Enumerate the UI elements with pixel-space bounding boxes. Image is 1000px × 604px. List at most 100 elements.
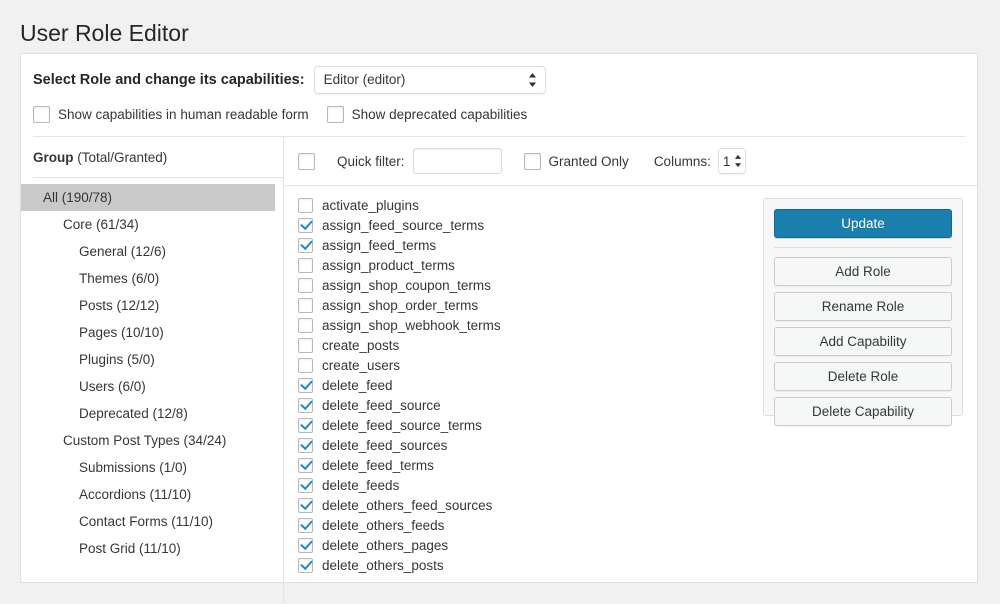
capability-label: delete_feed_terms	[322, 457, 434, 473]
group-item[interactable]: Contact Forms (11/10)	[21, 508, 283, 535]
capability-checkbox[interactable]	[298, 257, 313, 273]
group-item[interactable]: Users (6/0)	[21, 373, 283, 400]
group-item[interactable]: Posts (12/12)	[21, 292, 283, 319]
capability-row[interactable]: delete_others_pages	[298, 535, 748, 555]
capability-checkbox[interactable]	[298, 377, 313, 393]
capability-row[interactable]: assign_shop_coupon_terms	[298, 275, 748, 295]
option-human-readable[interactable]: Show capabilities in human readable form	[33, 106, 309, 123]
columns-label: Columns:	[653, 153, 711, 169]
group-item[interactable]: Core (61/34)	[21, 211, 283, 238]
display-options-row: Show capabilities in human readable form…	[21, 94, 977, 136]
add-role-button[interactable]: Add Role	[774, 257, 952, 286]
group-item[interactable]: Post Grid (11/10)	[21, 535, 283, 562]
capability-row[interactable]: assign_shop_webhook_terms	[298, 315, 748, 335]
role-select[interactable]: Editor (editor)	[313, 66, 546, 94]
actions-divider	[774, 247, 952, 248]
capability-label: delete_feeds	[322, 477, 400, 493]
group-item[interactable]: Pages (10/10)	[21, 319, 283, 346]
capability-row[interactable]: delete_feed_source	[298, 395, 748, 415]
capability-row[interactable]: delete_others_feeds	[298, 515, 748, 535]
role-selector-label: Select Role and change its capabilities:	[33, 72, 305, 88]
capability-label: delete_feed_source_terms	[322, 417, 482, 433]
group-item[interactable]: General (12/6)	[21, 238, 283, 265]
capability-checkbox[interactable]	[298, 397, 313, 413]
capability-checkbox[interactable]	[298, 457, 313, 473]
capability-checkbox[interactable]	[298, 357, 313, 373]
capability-label: delete_feed	[322, 377, 393, 393]
group-list: All (190/78) Core (61/34) General (12/6) Th…	[21, 178, 283, 562]
page-title: User Role Editor	[20, 20, 189, 46]
capability-label: assign_shop_webhook_terms	[322, 317, 501, 333]
editor-body: Group (Total/Granted) All (190/78) Core (…	[21, 137, 977, 603]
capability-checkbox[interactable]	[298, 317, 313, 333]
capability-row[interactable]: assign_product_terms	[298, 255, 748, 275]
capability-checkbox[interactable]	[298, 537, 313, 553]
granted-only-checkbox[interactable]	[523, 152, 541, 170]
capability-label: delete_others_feed_sources	[322, 497, 493, 513]
capabilities-body: activate_plugins assign_feed_source_terms…	[284, 186, 977, 604]
role-selector-row: Select Role and change its capabilities:…	[21, 54, 977, 94]
capability-row[interactable]: delete_others_posts	[298, 555, 748, 575]
actions-column: Update Add Role Rename Role Add Capability…	[748, 195, 977, 604]
show-deprecated-label: Show deprecated capabilities	[351, 107, 528, 122]
capability-checkbox[interactable]	[298, 437, 313, 453]
group-item[interactable]: Themes (6/0)	[21, 265, 283, 292]
group-panel: Group (Total/Granted) All (190/78) Core (…	[21, 137, 284, 603]
group-item[interactable]: Accordions (11/10)	[21, 481, 283, 508]
capability-row[interactable]: activate_plugins	[298, 195, 748, 215]
capability-row[interactable]: assign_shop_order_terms	[298, 295, 748, 315]
role-editor-panel: Select Role and change its capabilities:…	[20, 53, 978, 603]
show-deprecated-checkbox[interactable]	[326, 106, 344, 123]
capability-label: assign_feed_source_terms	[322, 217, 485, 233]
capability-checkbox[interactable]	[298, 477, 313, 493]
select-all-checkbox[interactable]	[298, 152, 315, 170]
granted-only-option[interactable]: Granted Only	[523, 152, 629, 170]
capability-checkbox[interactable]	[298, 197, 313, 213]
group-panel-header: Group (Total/Granted)	[21, 137, 283, 177]
capability-row[interactable]: delete_feeds	[298, 475, 748, 495]
capability-checkbox[interactable]	[298, 497, 313, 513]
capability-checkbox[interactable]	[298, 517, 313, 533]
option-show-deprecated[interactable]: Show deprecated capabilities	[326, 106, 528, 123]
capability-label: assign_shop_coupon_terms	[322, 277, 491, 293]
group-header-bold: Group	[33, 150, 74, 165]
capability-row[interactable]: delete_feed_source_terms	[298, 415, 748, 435]
capability-row[interactable]: create_posts	[298, 335, 748, 355]
human-readable-checkbox[interactable]	[33, 106, 50, 123]
columns-select-wrapper: 1	[717, 148, 746, 174]
capability-label: create_posts	[322, 337, 400, 353]
group-item[interactable]: Custom Post Types (34/24)	[21, 427, 283, 454]
capability-row[interactable]: delete_others_feed_sources	[298, 495, 748, 515]
group-item[interactable]: Submissions (1/0)	[21, 454, 283, 481]
capability-label: delete_feed_sources	[322, 437, 448, 453]
capability-row[interactable]: create_users	[298, 355, 748, 375]
capability-row[interactable]: delete_feed_sources	[298, 435, 748, 455]
group-item[interactable]: Plugins (5/0)	[21, 346, 283, 373]
capability-row[interactable]: delete_feed_terms	[298, 455, 748, 475]
capability-checkbox[interactable]	[298, 217, 313, 233]
capability-checkbox[interactable]	[298, 297, 313, 313]
group-header-rest: (Total/Granted)	[73, 150, 168, 165]
capability-label: create_users	[322, 357, 401, 373]
add-capability-button[interactable]: Add Capability	[774, 327, 952, 356]
capability-row[interactable]: assign_feed_terms	[298, 235, 748, 255]
secondary-buttons: Add Role Rename Role Add Capability Delete …	[774, 257, 952, 426]
quick-filter-label: Quick filter:	[337, 153, 405, 169]
delete-capability-button[interactable]: Delete Capability	[774, 397, 952, 426]
capability-row[interactable]: delete_feed	[298, 375, 748, 395]
columns-select[interactable]: 1	[717, 148, 746, 174]
update-button[interactable]: Update	[774, 209, 952, 238]
group-item[interactable]: All (190/78)	[21, 184, 275, 211]
quick-filter-input[interactable]	[412, 148, 502, 174]
capability-checkbox[interactable]	[298, 237, 313, 253]
group-item[interactable]: Deprecated (12/8)	[21, 400, 283, 427]
capability-row[interactable]: assign_feed_source_terms	[298, 215, 748, 235]
capability-checkbox[interactable]	[298, 417, 313, 433]
capability-label: assign_feed_terms	[322, 237, 437, 253]
rename-role-button[interactable]: Rename Role	[774, 292, 952, 321]
delete-role-button[interactable]: Delete Role	[774, 362, 952, 391]
capability-checkbox[interactable]	[298, 337, 313, 353]
capability-checkbox[interactable]	[298, 277, 313, 293]
actions-box: Update Add Role Rename Role Add Capability…	[763, 198, 963, 426]
capability-label: assign_product_terms	[322, 257, 455, 273]
